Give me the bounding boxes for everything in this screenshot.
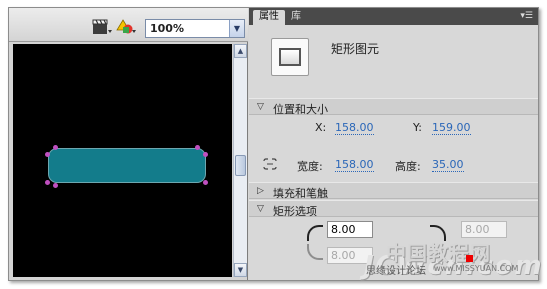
chevron-down-icon: ▽ xyxy=(257,102,264,112)
chevron-right-icon: ▷ xyxy=(257,186,264,196)
tab-library[interactable]: 库 xyxy=(285,10,307,25)
x-value[interactable]: 158.00 xyxy=(335,121,374,135)
corner-radius-bl-icon xyxy=(307,244,323,260)
scroll-down-icon[interactable]: ▼ xyxy=(234,263,247,277)
stage-canvas[interactable] xyxy=(13,44,232,277)
chevron-down-icon[interactable]: ▼ xyxy=(229,20,244,37)
y-value[interactable]: 159.00 xyxy=(432,121,471,135)
corner-radius-tl-icon xyxy=(307,225,323,241)
section-rect-options[interactable]: ▽ 矩形选项 xyxy=(249,200,538,218)
watermark: JCWcn.com 中国教程网 思缘设计论坛 www.MISSYUAN.COM xyxy=(364,237,544,285)
stage-panel: 100% ▼ ▲ ▼ xyxy=(9,8,248,280)
vertical-scrollbar[interactable]: ▲ ▼ xyxy=(233,44,247,277)
section-title: 填充和笔触 xyxy=(273,187,328,200)
rectangle-primitive-icon xyxy=(271,38,309,76)
corner-radius-tl-input[interactable] xyxy=(327,221,373,238)
y-label: Y: xyxy=(413,121,422,134)
corner-radius-tr-input[interactable] xyxy=(461,221,507,238)
tab-properties[interactable]: 属性 xyxy=(253,10,285,25)
object-type-label: 矩形图元 xyxy=(331,42,380,56)
rectangle-primitive[interactable] xyxy=(48,148,206,183)
selection-handle-tr[interactable] xyxy=(203,152,208,157)
section-fill-stroke[interactable]: ▷ 填充和笔触 xyxy=(249,182,538,200)
x-label: X: xyxy=(315,121,327,134)
scroll-thumb[interactable] xyxy=(235,155,246,176)
watermark-url: www.MISSYUAN.COM xyxy=(434,264,519,273)
clapperboard-icon[interactable] xyxy=(91,18,113,36)
panel-menu-icon[interactable]: ▾☰ xyxy=(520,11,533,21)
zoom-value: 100% xyxy=(150,22,184,35)
panel-tab-bar: 属性 库 ▾☰ xyxy=(249,8,538,25)
section-title: 位置和大小 xyxy=(273,103,328,116)
scroll-up-icon[interactable]: ▲ xyxy=(234,44,247,58)
corner-handle-bottom-left[interactable] xyxy=(53,183,58,188)
link-chain-icon[interactable] xyxy=(263,158,277,170)
zoom-select[interactable]: 100% ▼ xyxy=(145,19,245,38)
corner-handle-top-left[interactable] xyxy=(53,145,58,150)
height-label: 高度: xyxy=(395,160,421,173)
section-position-size[interactable]: ▽ 位置和大小 xyxy=(249,98,538,116)
selection-handle-bl[interactable] xyxy=(45,180,50,185)
section-title: 矩形选项 xyxy=(273,205,317,218)
width-label: 宽度: xyxy=(297,160,323,173)
corner-handle-top-right[interactable] xyxy=(195,145,200,150)
stage-toolbar: 100% ▼ xyxy=(9,8,248,42)
watermark-forum: 思缘设计论坛 xyxy=(366,266,426,277)
watermark-square-icon xyxy=(466,255,473,262)
shapes-icon[interactable] xyxy=(116,18,138,36)
width-value[interactable]: 158.00 xyxy=(335,158,374,172)
chevron-down-icon: ▽ xyxy=(257,204,264,214)
height-value[interactable]: 35.00 xyxy=(432,158,464,172)
selection-handle-tl[interactable] xyxy=(45,152,50,157)
selection-handle-br[interactable] xyxy=(203,180,208,185)
